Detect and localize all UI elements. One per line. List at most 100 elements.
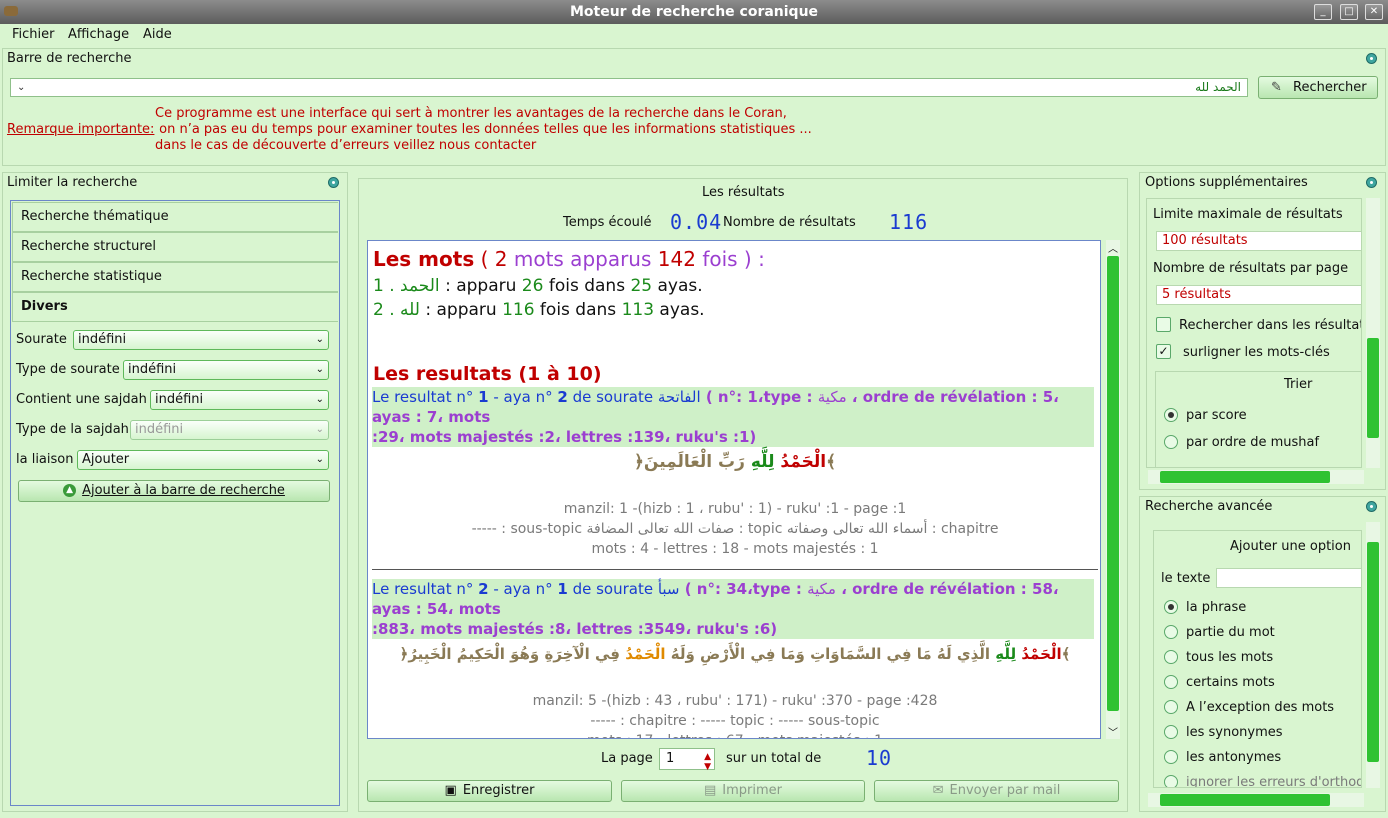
save-button[interactable]: ▣ Enregistrer bbox=[367, 780, 612, 802]
choice-label: certains mots bbox=[1186, 675, 1275, 690]
results-scrollbar[interactable]: ︿ ﹀ bbox=[1106, 240, 1120, 739]
options-scroll-area: Limite maximale de résultats 100 résulta… bbox=[1146, 198, 1362, 468]
scrollbar-thumb[interactable] bbox=[1160, 794, 1330, 806]
scrollbar-thumb[interactable] bbox=[1160, 471, 1330, 483]
result-2-meta: Le resultat n° 2 - aya n° 1 de sourate س… bbox=[372, 579, 1094, 639]
results-view[interactable]: Les mots ( 2 mots apparus 142 fois ) : 1… bbox=[367, 240, 1101, 739]
search-in-results-checkbox[interactable] bbox=[1156, 317, 1171, 332]
sourate-select[interactable]: indéfini ⌄ bbox=[73, 330, 329, 350]
choice-radio[interactable] bbox=[1164, 625, 1178, 639]
search-in-results-label: Rechercher dans les résultat bbox=[1179, 318, 1362, 333]
note-line-3: dans le cas de découverte d’erreurs veil… bbox=[155, 138, 537, 153]
search-input[interactable]: ⌄ الحمد لله bbox=[10, 78, 1248, 97]
result-2-info: manzil: 5 -(hizb : 43 ، rubu' : 171) - r… bbox=[532, 693, 938, 738]
sort-score-label: par score bbox=[1186, 408, 1247, 423]
sajdah-select[interactable]: indéfini ⌄ bbox=[150, 390, 329, 410]
chevron-down-icon[interactable]: ⌄ bbox=[17, 79, 25, 96]
time-value: 0.04 bbox=[670, 210, 723, 234]
result-1-verse: ﴾الْحَمْدُ لِلَّهِ رَبِّ الْعَالَمِينَ﴿ bbox=[633, 452, 837, 472]
search-panel-title: Barre de recherche bbox=[7, 51, 132, 66]
save-icon: ▣ bbox=[444, 783, 457, 798]
text-label: le texte bbox=[1161, 571, 1211, 586]
window-titlebar: Moteur de recherche coranique bbox=[0, 0, 1388, 24]
menu-fichier[interactable]: Fichier bbox=[12, 27, 55, 42]
choice-radio[interactable] bbox=[1164, 700, 1178, 714]
chevron-down-icon[interactable]: ﹀ bbox=[1108, 724, 1118, 739]
app-icon bbox=[4, 6, 18, 16]
max-results-input[interactable]: 100 résultats bbox=[1156, 231, 1361, 251]
advanced-text-input[interactable] bbox=[1216, 568, 1361, 588]
choice-radio[interactable] bbox=[1164, 725, 1178, 739]
options-panel-title: Options supplémentaires bbox=[1145, 175, 1308, 190]
dock-float-icon[interactable] bbox=[328, 177, 339, 188]
dock-float-icon[interactable] bbox=[1366, 501, 1377, 512]
field-label-liaison: la liaison bbox=[16, 452, 74, 467]
total-label: sur un total de bbox=[726, 751, 822, 766]
total-value: 10 bbox=[866, 746, 893, 770]
sort-mushaf-radio[interactable] bbox=[1164, 435, 1178, 449]
search-button[interactable]: ✎ Rechercher bbox=[1258, 76, 1378, 99]
menu-affichage[interactable]: Affichage bbox=[68, 27, 129, 42]
menu-aide[interactable]: Aide bbox=[143, 27, 172, 42]
results-header: Les resultats (1 à 10) bbox=[373, 363, 602, 385]
advanced-scrollbar[interactable] bbox=[1366, 522, 1380, 788]
type-sourate-select[interactable]: indéfini ⌄ bbox=[123, 360, 329, 380]
search-button-label: Rechercher bbox=[1293, 80, 1367, 95]
choice-radio[interactable] bbox=[1164, 600, 1178, 614]
add-to-searchbar-button[interactable]: ▲ Ajouter à la barre de recherche bbox=[18, 480, 330, 502]
tab-recherche-thematique[interactable]: Recherche thématique bbox=[12, 202, 338, 232]
maximize-icon[interactable]: □ bbox=[1340, 4, 1358, 20]
search-input-value: الحمد لله bbox=[1195, 80, 1241, 94]
close-icon[interactable]: ✕ bbox=[1365, 4, 1383, 20]
window-title: Moteur de recherche coranique bbox=[569, 4, 819, 20]
choice-label: les synonymes bbox=[1186, 725, 1283, 740]
print-button: ▤ Imprimer bbox=[621, 780, 865, 802]
dock-float-icon[interactable] bbox=[1366, 53, 1377, 64]
advanced-hscrollbar[interactable] bbox=[1148, 793, 1364, 807]
sort-score-radio[interactable] bbox=[1164, 408, 1178, 422]
choice-radio[interactable] bbox=[1164, 675, 1178, 689]
sort-title: Trier bbox=[1284, 377, 1313, 392]
tab-recherche-structurel[interactable]: Recherche structurel bbox=[12, 232, 338, 262]
chevron-down-icon: ⌄ bbox=[315, 364, 324, 375]
tab-recherche-statistique[interactable]: Recherche statistique bbox=[12, 262, 338, 292]
type-sajdah-select: indéfini ⌄ bbox=[130, 420, 329, 440]
choice-label: les antonymes bbox=[1186, 750, 1282, 765]
scrollbar-thumb[interactable] bbox=[1367, 338, 1379, 438]
note-line-1: Ce programme est une interface qui sert … bbox=[155, 106, 787, 121]
sort-mushaf-label: par ordre de mushaf bbox=[1186, 435, 1320, 450]
choice-radio[interactable] bbox=[1164, 650, 1178, 664]
chevron-down-icon: ⌄ bbox=[315, 394, 324, 405]
choice-radio[interactable] bbox=[1164, 775, 1178, 787]
note-line-2: on n’a pas eu du temps pour examiner tou… bbox=[155, 122, 812, 137]
page-spinbox[interactable]: 1 ▲ ▼ bbox=[659, 748, 715, 772]
spin-down-icon[interactable]: ▼ bbox=[704, 757, 711, 777]
chevron-down-icon: ⌄ bbox=[315, 424, 324, 435]
search-icon: ✎ bbox=[1271, 80, 1282, 95]
chevron-up-icon[interactable]: ︿ bbox=[1108, 240, 1118, 255]
menu-bar: Fichier Affichage Aide bbox=[0, 24, 1388, 46]
choice-label: A l’exception des mots bbox=[1186, 700, 1335, 715]
mail-icon: ✉ bbox=[932, 783, 944, 798]
advanced-scroll-area: Ajouter une option le texte la phrase pa… bbox=[1153, 530, 1362, 788]
scrollbar-thumb[interactable] bbox=[1367, 542, 1379, 762]
note-label[interactable]: Remarque importante: bbox=[7, 122, 154, 137]
choice-radio[interactable] bbox=[1164, 750, 1178, 764]
add-option-label: Ajouter une option bbox=[1230, 539, 1351, 554]
minimize-icon[interactable]: _ bbox=[1314, 4, 1332, 20]
options-hscrollbar[interactable] bbox=[1148, 470, 1364, 484]
highlight-checkbox[interactable]: ✓ bbox=[1156, 344, 1171, 359]
result-2-verse: ﴾الْحَمْدُ لِلَّهِ الَّذِي لَهُ مَا فِي … bbox=[399, 645, 1071, 663]
choice-label: ignorer les erreurs d'orthog bbox=[1186, 775, 1362, 788]
result-divider bbox=[372, 569, 1098, 570]
word-row-1: 1 . الحمد : apparu 26 fois dans 25 ayas. bbox=[373, 276, 703, 296]
choice-label: tous les mots bbox=[1186, 650, 1274, 665]
dock-float-icon[interactable] bbox=[1366, 177, 1377, 188]
scrollbar-thumb[interactable] bbox=[1107, 256, 1119, 711]
choice-label: partie du mot bbox=[1186, 625, 1275, 640]
per-page-input[interactable]: 5 résultats bbox=[1156, 285, 1361, 305]
tab-divers[interactable]: Divers bbox=[12, 292, 338, 322]
options-scrollbar[interactable] bbox=[1366, 198, 1380, 468]
liaison-select[interactable]: Ajouter ⌄ bbox=[77, 450, 329, 470]
field-label-sourate: Sourate bbox=[16, 332, 67, 347]
